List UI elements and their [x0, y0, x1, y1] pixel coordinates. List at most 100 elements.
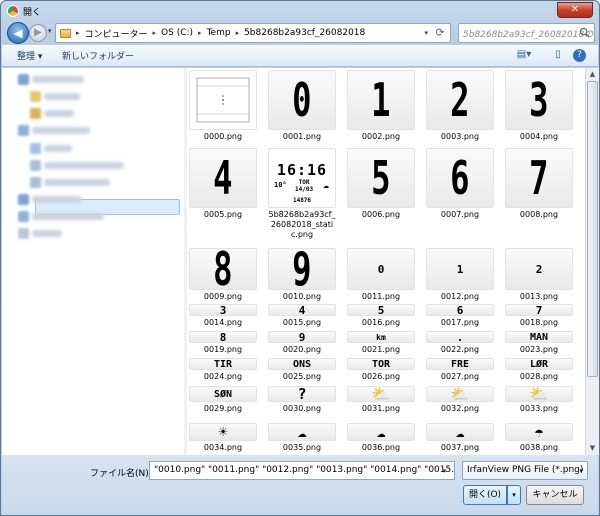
file-item[interactable]: ⛅ 0032.png	[426, 386, 494, 414]
file-item[interactable]: 1 0002.png	[347, 70, 415, 142]
breadcrumb-folder[interactable]: 5b8268b2a93cf_26082018	[244, 28, 365, 38]
file-item[interactable]: 8 0009.png	[189, 248, 257, 302]
breadcrumb-temp[interactable]: Temp	[207, 28, 231, 38]
help-icon[interactable]: ?	[573, 49, 586, 62]
search-input[interactable]: 5b8268b2a93cf_26082018の検索	[458, 23, 595, 43]
forward-arrow-icon[interactable]: ▶	[29, 24, 47, 42]
file-item[interactable]: 4 0005.png	[189, 148, 257, 220]
tree-item[interactable]	[2, 208, 182, 225]
chevron-right-icon[interactable]: ▸	[236, 29, 240, 37]
file-item[interactable]: 2 0003.png	[426, 70, 494, 142]
file-item[interactable]: 0 0001.png	[268, 70, 336, 142]
tree-item[interactable]	[2, 191, 182, 208]
file-name: 0038.png	[519, 443, 559, 452]
tree-item[interactable]	[2, 140, 182, 157]
file-item[interactable]: 7 0018.png	[505, 304, 573, 328]
scroll-thumb[interactable]	[587, 81, 598, 377]
tree-item[interactable]	[2, 122, 182, 139]
file-thumbnail: 7	[505, 148, 573, 208]
close-button[interactable]: ✕	[557, 2, 593, 18]
file-item[interactable]: 8 0019.png	[189, 331, 257, 355]
chevron-right-icon[interactable]: ▸	[153, 29, 157, 37]
file-name: 0004.png	[519, 132, 559, 141]
file-item[interactable]: LØR 0028.png	[505, 358, 573, 382]
tree-item[interactable]	[2, 157, 182, 174]
file-thumbnail: ONS	[268, 358, 336, 370]
file-list[interactable]: 0000.png 0 0001.png 1 0002.png 2 0003.png 3 0004…	[187, 68, 585, 455]
back-arrow-icon[interactable]: ◀	[7, 22, 29, 44]
file-item[interactable]: ? 0030.png	[268, 386, 336, 414]
file-item[interactable]: MAN 0023.png	[505, 331, 573, 355]
file-item[interactable]: ONS 0025.png	[268, 358, 336, 382]
file-item[interactable]: ☂ 0038.png	[505, 423, 573, 453]
file-item[interactable]: ☁ 0036.png	[347, 423, 415, 453]
chevron-right-icon[interactable]: ▸	[198, 29, 202, 37]
file-item[interactable]: ☁ 0035.png	[268, 423, 336, 453]
navigation-pane[interactable]	[2, 68, 184, 455]
file-thumbnail: 2	[505, 248, 573, 290]
scroll-down-arrow-icon[interactable]: ▼	[586, 442, 599, 455]
file-name: 0013.png	[519, 292, 559, 301]
file-item[interactable]: 1 0012.png	[426, 248, 494, 302]
file-thumbnail	[189, 70, 257, 130]
file-item[interactable]: 2 0013.png	[505, 248, 573, 302]
cancel-button[interactable]: キャンセル	[526, 485, 584, 505]
file-item[interactable]: 3 0014.png	[189, 304, 257, 328]
file-item[interactable]: 6 0007.png	[426, 148, 494, 220]
vertical-scrollbar[interactable]: ▲ ▼	[585, 68, 599, 455]
window-title: 開く	[23, 8, 42, 18]
refresh-icon[interactable]: ⟳	[432, 25, 448, 41]
search-icon	[579, 27, 590, 38]
filename-history-chevron-icon[interactable]: ▾	[443, 467, 447, 475]
file-item[interactable]: TOR 0026.png	[347, 358, 415, 382]
file-item[interactable]: SØN 0029.png	[189, 386, 257, 414]
scroll-up-arrow-icon[interactable]: ▲	[586, 68, 599, 81]
filetype-select[interactable]: IrfanView PNG File (*.png) ▾	[462, 461, 588, 480]
file-item[interactable]: 4 0015.png	[268, 304, 336, 328]
organize-menu[interactable]: 整理 ▾	[17, 49, 42, 62]
address-bar[interactable]: ▸ コンピューター ▸ OS (C:) ▸ Temp ▸ 5b8268b2a93…	[55, 23, 451, 43]
weather-icon: ⛅	[450, 386, 470, 402]
filename-label: ファイル名(N):	[90, 469, 152, 479]
tree-item[interactable]	[2, 174, 182, 191]
file-item[interactable]: ⛅ 0031.png	[347, 386, 415, 414]
file-item[interactable]: 9 0010.png	[268, 248, 336, 302]
file-item[interactable]: . 0022.png	[426, 331, 494, 355]
file-item[interactable]: FRE 0027.png	[426, 358, 494, 382]
file-item[interactable]: ⛅ 0033.png	[505, 386, 573, 414]
tree-item[interactable]	[2, 105, 182, 122]
file-item[interactable]: 6 0017.png	[426, 304, 494, 328]
filename-input[interactable]: "0010.png" "0011.png" "0012.png" "0013.p…	[149, 461, 455, 480]
file-item[interactable]: ☀ 0034.png	[189, 423, 257, 453]
file-thumbnail: 1	[426, 248, 494, 290]
file-name: 0032.png	[440, 404, 480, 413]
file-item[interactable]: km 0021.png	[347, 331, 415, 355]
file-item[interactable]: 5 0016.png	[347, 304, 415, 328]
open-options-chevron-icon[interactable]: ▾	[507, 485, 521, 505]
file-item[interactable]: 3 0004.png	[505, 70, 573, 142]
file-item[interactable]: 9 0020.png	[268, 331, 336, 355]
breadcrumb-computer[interactable]: コンピューター	[85, 27, 148, 40]
file-item[interactable]: 5 0006.png	[347, 148, 415, 220]
address-history-chevron-icon[interactable]: ▾	[424, 29, 428, 37]
new-folder-button[interactable]: 新しいフォルダー	[62, 49, 134, 62]
file-item[interactable]: ☁ 0037.png	[426, 423, 494, 453]
recent-pages-chevron-icon[interactable]: ▾	[48, 27, 52, 35]
tree-item-favorites[interactable]	[2, 71, 182, 88]
preview-pane-icon[interactable]: ▯	[550, 49, 566, 63]
title-bar[interactable]: 開く ✕	[1, 1, 599, 21]
folder-icon	[60, 28, 71, 38]
file-item[interactable]: TIR 0024.png	[189, 358, 257, 382]
file-name: 0001.png	[282, 132, 322, 141]
view-options-icon[interactable]: ▤▾	[516, 49, 532, 63]
tree-item[interactable]	[2, 225, 182, 242]
file-item[interactable]: 0000.png	[189, 70, 257, 142]
file-item[interactable]: 16:16 10° TOR 14/03 ☁ 14876 5b8268b2a93cf_2608…	[268, 148, 336, 240]
open-button[interactable]: 開く(O)	[463, 485, 507, 505]
breadcrumb-drive[interactable]: OS (C:)	[161, 28, 193, 38]
file-glyph: SØN	[213, 388, 233, 400]
tree-item[interactable]	[2, 88, 182, 105]
chevron-right-icon[interactable]: ▸	[76, 29, 80, 37]
file-item[interactable]: 0 0011.png	[347, 248, 415, 302]
file-item[interactable]: 7 0008.png	[505, 148, 573, 220]
